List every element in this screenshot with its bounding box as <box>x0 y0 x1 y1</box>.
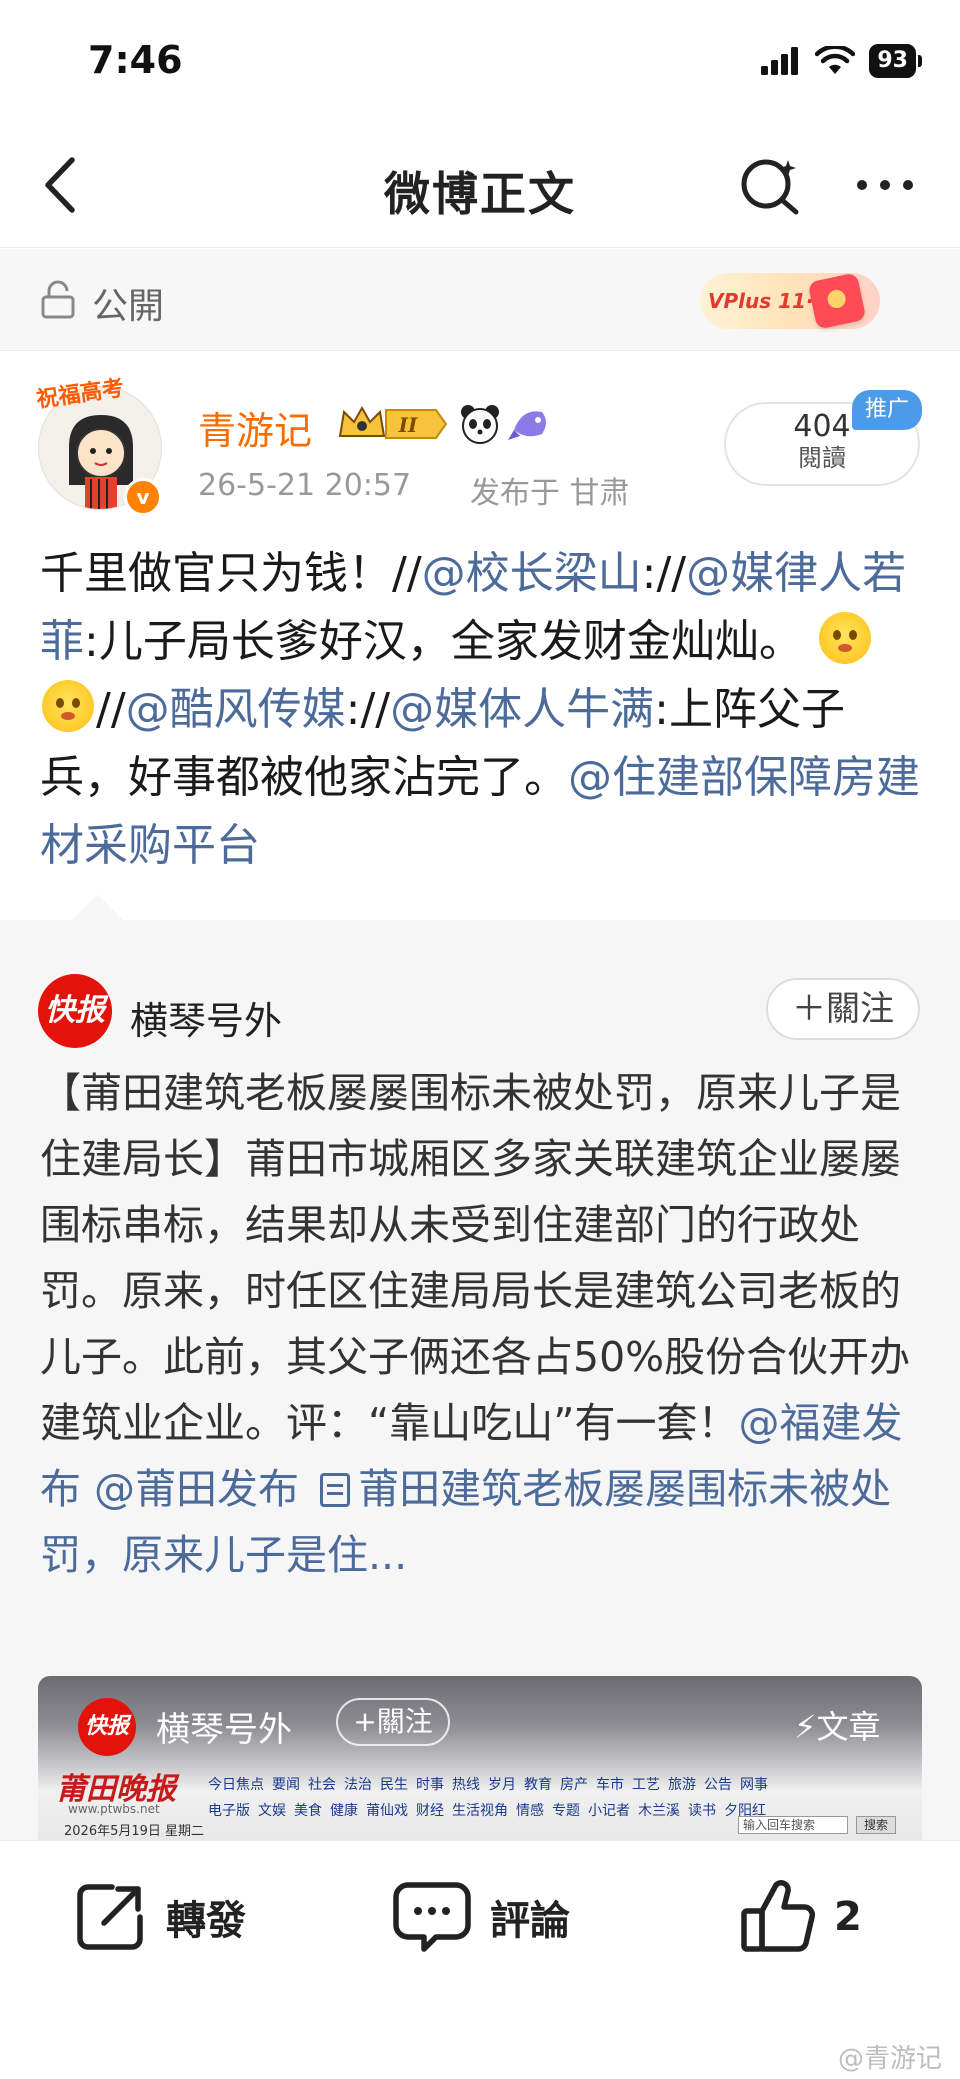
preview-menu-item: 电子版 <box>208 1803 250 1819</box>
read-label: 閱讀 <box>798 444 846 472</box>
preview-follow-button[interactable]: +關注 <box>336 1698 450 1746</box>
preview-menu-item: 木兰溪 <box>638 1803 680 1819</box>
preview-menu-item: 读书 <box>688 1803 716 1819</box>
level-text: II <box>398 413 418 437</box>
preview-menu-item: 时事 <box>416 1777 444 1793</box>
preview-menu-item: 房产 <box>560 1777 588 1793</box>
thumbs-up-icon <box>741 1880 815 1952</box>
post-text-segment: 千里做官只为钱！// <box>40 548 422 599</box>
mention-link[interactable]: @酷风传媒 <box>126 684 346 735</box>
status-bar: 7:46 93 <box>0 0 960 120</box>
nav-bar: 微博正文 <box>0 120 960 248</box>
verified-badge-icon: v <box>124 478 162 516</box>
emoji-icon <box>42 680 94 732</box>
promo-tag[interactable]: 推广 <box>852 390 922 430</box>
preview-menu-item: 工艺 <box>632 1777 660 1793</box>
page-title: 微博正文 <box>384 167 576 221</box>
search-icon[interactable] <box>736 150 806 220</box>
repost-icon <box>77 1884 143 1950</box>
preview-menu-item: 美食 <box>294 1803 322 1819</box>
status-icons: 93 <box>761 44 922 78</box>
repost-label: 轉發 <box>166 1898 246 1944</box>
fish-icon <box>508 411 546 440</box>
preview-search-button: 搜索 <box>856 1816 896 1834</box>
preview-menu-item: 专题 <box>552 1803 580 1819</box>
preview-menu-item: 今日焦点 <box>208 1777 264 1793</box>
repost-avatar[interactable]: 快报 <box>38 974 112 1048</box>
preview-menu-item: 社会 <box>308 1777 336 1793</box>
gift-icon <box>807 272 867 330</box>
comment-icon <box>393 1882 471 1952</box>
vplus-promo-badge[interactable]: VPlus 11·11 <box>700 272 880 330</box>
preview-menu-item: 热线 <box>452 1777 480 1793</box>
wifi-icon <box>815 46 856 74</box>
post-time: 26-5-21 20:57 <box>198 468 412 503</box>
preview-menu-item: 情感 <box>516 1803 544 1819</box>
like-button[interactable]: 2 <box>740 1877 862 1957</box>
author-name[interactable]: 青游记 <box>198 400 312 455</box>
post-text: 千里做官只为钱！//@校长梁山://@媒律人若菲:儿子局长爹好汉，全家发财金灿灿… <box>40 540 926 880</box>
signal-icon <box>761 47 799 75</box>
preview-url: www.ptwbs.net <box>68 1802 160 1816</box>
battery-indicator: 93 <box>869 44 922 78</box>
post-text-segment: :儿子局长爹好汉，全家发财金灿灿。 <box>84 616 817 667</box>
crown-level-badge: II <box>338 405 448 439</box>
preview-menu-item: 小记者 <box>588 1803 630 1819</box>
preview-menu-item: 生活视角 <box>452 1803 508 1819</box>
preview-search-input: 输入回车搜索 <box>738 1816 848 1834</box>
emoji-icon <box>818 612 871 664</box>
visibility-bar: 公開 VPlus 11·11 <box>0 249 960 351</box>
visibility-label: 公開 <box>92 286 165 327</box>
preview-article-label: ⚡文章 <box>794 1708 881 1746</box>
comment-button[interactable]: 評論 <box>392 1877 570 1957</box>
preview-menu-item: 莆仙戏 <box>366 1803 408 1819</box>
preview-menu-item: 旅游 <box>668 1777 696 1793</box>
preview-menu-item: 要闻 <box>272 1777 300 1793</box>
post-text-segment: :// <box>345 684 391 735</box>
preview-menu-item: 法治 <box>344 1777 372 1793</box>
repost-author[interactable]: 横琴号外 <box>130 990 282 1045</box>
repost-notch <box>72 894 124 946</box>
mention-link[interactable]: @莆田发布 <box>94 1465 299 1513</box>
repost-body: 【莆田建筑老板屡屡围标未被处罚，原来儿子是住建局长】莆田市城厢区多家关联建筑企业… <box>40 1069 911 1447</box>
post-text-segment: :// <box>641 548 687 599</box>
preview-avatar: 快报 <box>78 1698 136 1756</box>
article-preview-card[interactable]: 莆田晚报 www.ptwbs.net 2026年5月19日 星期二 今日焦点 要闻… <box>38 1676 922 1840</box>
article-link-icon <box>320 1473 351 1507</box>
like-count: 2 <box>834 1894 862 1940</box>
preview-menu-item: 车市 <box>596 1777 624 1793</box>
panda-icon <box>461 405 499 444</box>
post-text-segment: // <box>96 684 126 735</box>
action-bar: 轉發 評論 2 <box>0 1840 960 2079</box>
preview-inner: 莆田晚报 www.ptwbs.net 2026年5月19日 星期二 今日焦点 要闻… <box>38 1676 922 1840</box>
repost-header: 快报 横琴号外 ＋關注 <box>0 966 960 1056</box>
preview-menu-item: 岁月 <box>488 1777 516 1793</box>
more-icon[interactable] <box>850 160 920 210</box>
lock-icon <box>41 280 75 319</box>
preview-menu-row-1: 今日焦点 要闻 社会 法治 民生 时事 热线 岁月 教育 房产 车市 工艺 旅游 公告 网事 <box>208 1772 908 1798</box>
preview-menu-item: 公告 <box>704 1777 732 1793</box>
status-time: 7:46 <box>88 38 183 82</box>
preview-menu-item: 网事 <box>740 1777 768 1793</box>
follow-button[interactable]: ＋關注 <box>766 978 920 1040</box>
preview-menu-item: 民生 <box>380 1777 408 1793</box>
post-location: 发布于 甘肃 <box>470 476 630 511</box>
repost-card[interactable]: 快报 横琴号外 ＋關注 【莆田建筑老板屡屡围标未被处罚，原来儿子是住建局长】莆田… <box>0 894 960 1840</box>
repost-button[interactable]: 轉發 <box>72 1877 246 1957</box>
repost-text: 【莆田建筑老板屡屡围标未被处罚，原来儿子是住建局长】莆田市城厢区多家关联建筑企业… <box>40 1060 930 1588</box>
preview-author: 横琴号外 <box>156 1710 292 1750</box>
watermark: @青游记 <box>837 2044 942 2074</box>
author-row: 祝福高考 v 青游记 II 26-5-21 20:57 发布于 甘肃 404 閱… <box>0 352 960 522</box>
mention-link[interactable]: @校长梁山 <box>422 548 642 599</box>
preview-menu-item: 教育 <box>524 1777 552 1793</box>
preview-menu-item: 财经 <box>416 1803 444 1819</box>
mention-link[interactable]: @媒体人牛满 <box>390 684 654 735</box>
preview-date: 2026年5月19日 星期二 <box>64 1824 205 1839</box>
preview-menu-item: 文娱 <box>258 1803 286 1819</box>
comment-label: 評論 <box>490 1898 570 1944</box>
preview-menu-item: 健康 <box>330 1803 358 1819</box>
